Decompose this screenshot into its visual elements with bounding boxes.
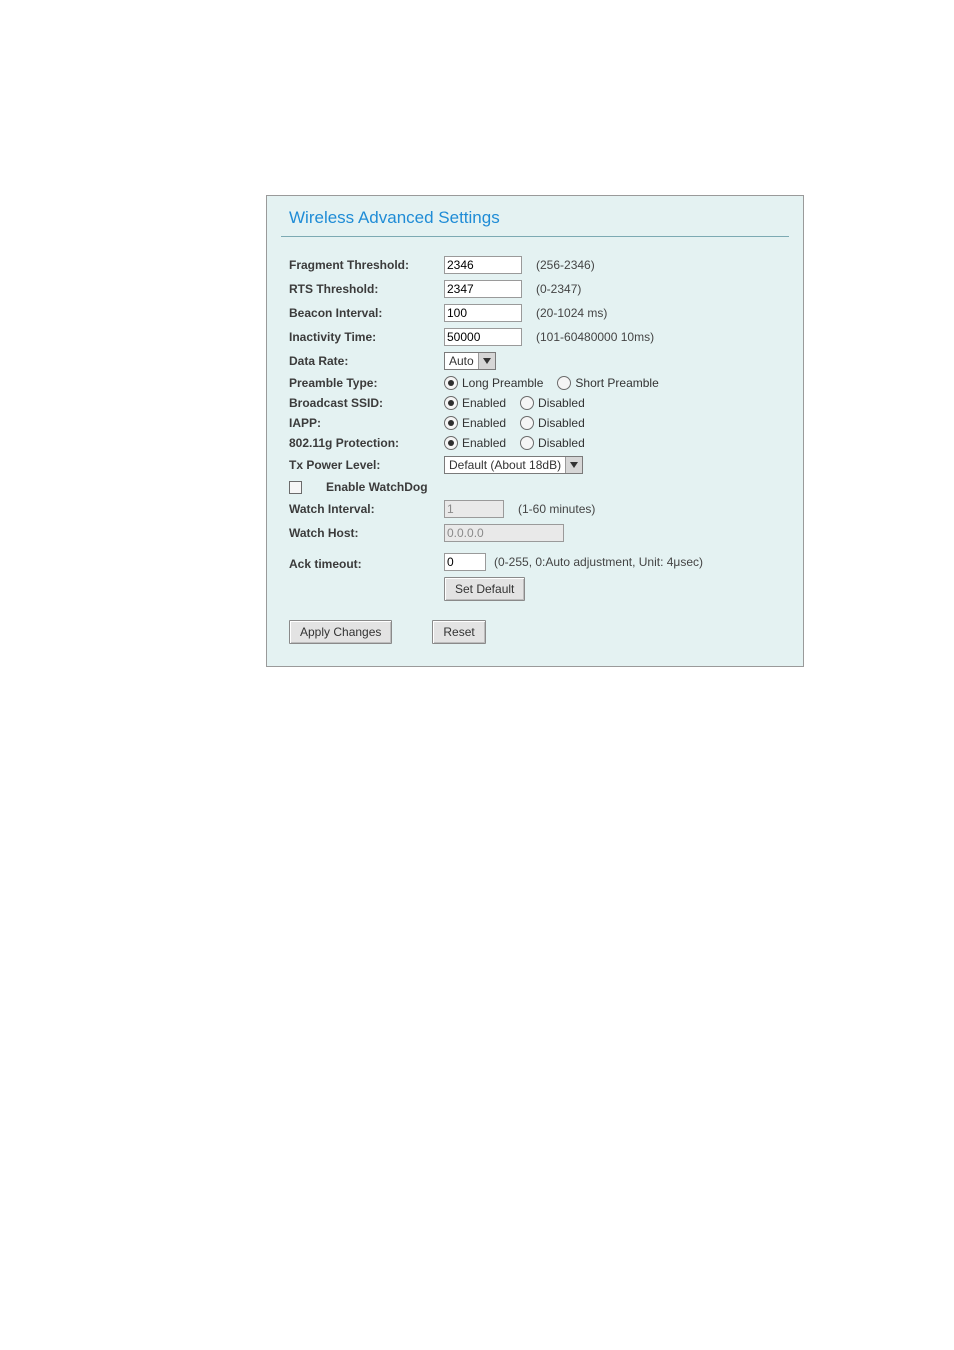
radio-icon <box>520 416 534 430</box>
row-preamble-type: Preamble Type: Long Preamble Short Pream… <box>267 373 803 393</box>
enable-watchdog-label: Enable WatchDog <box>308 480 463 494</box>
radio-icon <box>557 376 571 390</box>
radio-icon <box>444 376 458 390</box>
watch-interval-label: Watch Interval: <box>289 502 444 516</box>
apply-changes-button[interactable]: Apply Changes <box>289 620 392 644</box>
row-beacon-interval: Beacon Interval: (20-1024 ms) <box>267 301 803 325</box>
beacon-interval-label: Beacon Interval: <box>289 306 444 320</box>
radio-icon <box>444 436 458 450</box>
preamble-short-radio[interactable]: Short Preamble <box>557 376 658 390</box>
iapp-disabled-radio[interactable]: Disabled <box>520 416 585 430</box>
reset-button[interactable]: Reset <box>432 620 485 644</box>
tx-power-label: Tx Power Level: <box>289 458 444 472</box>
inactivity-time-label: Inactivity Time: <box>289 330 444 344</box>
row-watch-host: Watch Host: <box>267 521 803 545</box>
broadcast-ssid-disabled-label: Disabled <box>538 396 585 410</box>
rts-threshold-label: RTS Threshold: <box>289 282 444 296</box>
g-protection-label: 802.11g Protection: <box>289 436 444 450</box>
row-tx-power: Tx Power Level: Default (About 18dB) <box>267 453 803 477</box>
divider <box>281 236 789 237</box>
broadcast-ssid-enabled-label: Enabled <box>462 396 506 410</box>
g-protection-enabled-label: Enabled <box>462 436 506 450</box>
ack-timeout-input[interactable] <box>444 553 486 571</box>
row-iapp: IAPP: Enabled Disabled <box>267 413 803 433</box>
iapp-disabled-label: Disabled <box>538 416 585 430</box>
data-rate-label: Data Rate: <box>289 354 444 368</box>
inactivity-time-range: (101-60480000 10ms) <box>536 330 654 344</box>
enable-watchdog-checkbox[interactable] <box>289 481 302 494</box>
iapp-label: IAPP: <box>289 416 444 430</box>
g-protection-disabled-label: Disabled <box>538 436 585 450</box>
fragment-threshold-label: Fragment Threshold: <box>289 258 444 272</box>
wireless-advanced-settings-panel: Wireless Advanced Settings Fragment Thre… <box>266 195 804 667</box>
radio-icon <box>520 436 534 450</box>
g-protection-disabled-radio[interactable]: Disabled <box>520 436 585 450</box>
watch-host-label: Watch Host: <box>289 526 444 540</box>
row-inactivity-time: Inactivity Time: (101-60480000 10ms) <box>267 325 803 349</box>
broadcast-ssid-disabled-radio[interactable]: Disabled <box>520 396 585 410</box>
tx-power-selected: Default (About 18dB) <box>445 457 565 473</box>
row-broadcast-ssid: Broadcast SSID: Enabled Disabled <box>267 393 803 413</box>
row-watch-interval: Watch Interval: (1-60 minutes) <box>267 497 803 521</box>
broadcast-ssid-enabled-radio[interactable]: Enabled <box>444 396 506 410</box>
rts-threshold-range: (0-2347) <box>536 282 581 296</box>
beacon-interval-input[interactable] <box>444 304 522 322</box>
footer-buttons: Apply Changes Reset <box>267 604 803 648</box>
preamble-long-radio[interactable]: Long Preamble <box>444 376 543 390</box>
row-fragment-threshold: Fragment Threshold: (256-2346) <box>267 253 803 277</box>
radio-icon <box>444 416 458 430</box>
preamble-short-label: Short Preamble <box>575 376 658 390</box>
preamble-type-label: Preamble Type: <box>289 376 444 390</box>
row-data-rate: Data Rate: Auto <box>267 349 803 373</box>
set-default-button[interactable]: Set Default <box>444 577 525 601</box>
watch-host-input[interactable] <box>444 524 564 542</box>
beacon-interval-range: (20-1024 ms) <box>536 306 607 320</box>
iapp-enabled-label: Enabled <box>462 416 506 430</box>
row-g-protection: 802.11g Protection: Enabled Disabled <box>267 433 803 453</box>
chevron-down-icon <box>478 353 495 369</box>
data-rate-selected: Auto <box>445 353 478 369</box>
inactivity-time-input[interactable] <box>444 328 522 346</box>
radio-icon <box>520 396 534 410</box>
row-enable-watchdog: Enable WatchDog <box>267 477 803 497</box>
fragment-threshold-input[interactable] <box>444 256 522 274</box>
chevron-down-icon <box>565 457 582 473</box>
iapp-enabled-radio[interactable]: Enabled <box>444 416 506 430</box>
radio-icon <box>444 396 458 410</box>
ack-timeout-range: (0-255, 0:Auto adjustment, Unit: 4μsec) <box>494 555 703 569</box>
rts-threshold-input[interactable] <box>444 280 522 298</box>
broadcast-ssid-label: Broadcast SSID: <box>289 396 444 410</box>
watch-interval-input[interactable] <box>444 500 504 518</box>
preamble-long-label: Long Preamble <box>462 376 543 390</box>
row-ack-timeout: Ack timeout: (0-255, 0:Auto adjustment, … <box>267 545 803 604</box>
watch-interval-range: (1-60 minutes) <box>518 502 595 516</box>
fragment-threshold-range: (256-2346) <box>536 258 595 272</box>
g-protection-enabled-radio[interactable]: Enabled <box>444 436 506 450</box>
data-rate-select[interactable]: Auto <box>444 352 496 370</box>
panel-title: Wireless Advanced Settings <box>267 206 803 236</box>
row-rts-threshold: RTS Threshold: (0-2347) <box>267 277 803 301</box>
tx-power-select[interactable]: Default (About 18dB) <box>444 456 583 474</box>
ack-timeout-label: Ack timeout: <box>289 553 444 571</box>
